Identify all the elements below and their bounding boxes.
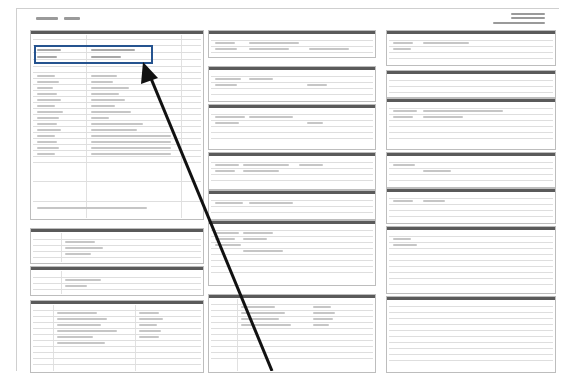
document-sheet <box>0 0 569 373</box>
callout-arrow <box>141 62 274 371</box>
